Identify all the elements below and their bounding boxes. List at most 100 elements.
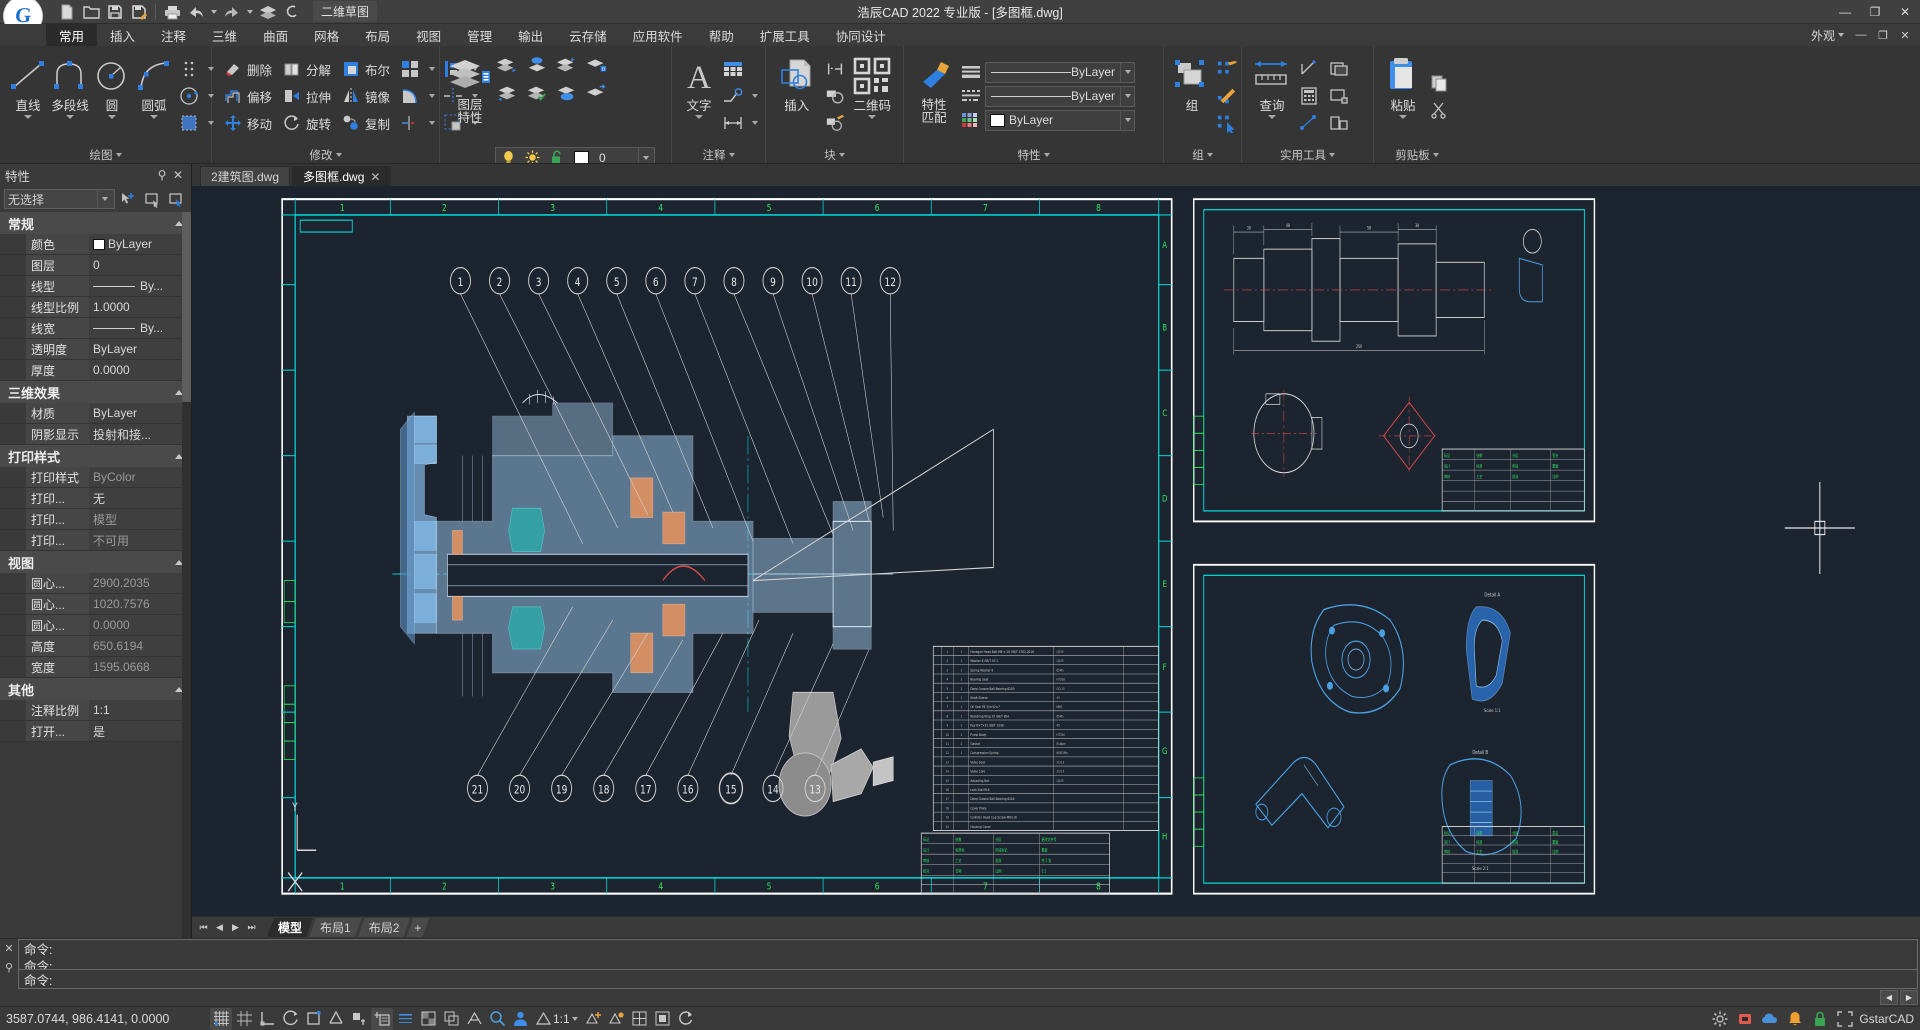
array-dropdown-icon[interactable]	[426, 58, 437, 80]
layout-tab-layout1[interactable]: 布局1	[309, 918, 362, 937]
layer-freeze-button[interactable]	[553, 52, 581, 78]
redo-icon[interactable]	[221, 1, 243, 22]
group-edit-button[interactable]	[1213, 83, 1241, 109]
doc-close-button[interactable]: ✕	[1894, 24, 1916, 46]
draw-panel-title[interactable]: 绘图	[3, 146, 208, 163]
viewport-grid-button[interactable]	[629, 1008, 651, 1030]
property-row[interactable]: 打开... 是	[0, 721, 191, 742]
dimension-dropdown-icon[interactable]	[749, 112, 760, 134]
property-row[interactable]: 打印... 无	[0, 488, 191, 509]
new-file-icon[interactable]	[56, 1, 78, 22]
property-row[interactable]: 线宽 By...	[0, 318, 191, 339]
ortho-mode-toggle[interactable]	[256, 1008, 278, 1030]
id-point-button[interactable]	[1325, 83, 1353, 109]
drawing-viewport[interactable]: 123 456 78 123 456 78 ABC DEF GH 1 2 3 4…	[192, 186, 1920, 916]
command-scroll-right-button[interactable]: ▶	[1900, 990, 1918, 1005]
leader-dropdown-icon[interactable]	[749, 85, 760, 107]
prop-value[interactable]: ByLayer	[89, 234, 191, 254]
polyline-tool-button[interactable]: 多段线	[49, 50, 91, 142]
polar-tracking-toggle[interactable]	[279, 1008, 301, 1030]
command-close-icon[interactable]: ✕	[4, 942, 13, 955]
ribbon-tab-3d[interactable]: 三维	[199, 24, 250, 46]
match-properties-button[interactable]: 特性 匹配	[911, 50, 957, 142]
workspace-selector[interactable]: 二维草图	[313, 1, 378, 22]
insert-block-button[interactable]: 插入	[773, 50, 821, 142]
color-combo-arrow-icon[interactable]	[1120, 110, 1134, 130]
explode-button[interactable]: 分解	[278, 56, 335, 82]
annotation-visibility-toggle[interactable]	[463, 1008, 485, 1030]
ribbon-tab-layout[interactable]: 布局	[352, 24, 403, 46]
properties-panel-title[interactable]: 特性	[907, 146, 1160, 163]
quick-select-palette-icon[interactable]	[142, 189, 163, 210]
circle-dropdown-icon[interactable]	[108, 115, 116, 119]
properties-close-icon[interactable]: ✕	[170, 168, 186, 182]
refresh-button[interactable]	[675, 1008, 697, 1030]
leader-button[interactable]	[719, 83, 747, 109]
plot-icon[interactable]	[161, 1, 183, 22]
selection-combo-arrow-icon[interactable]	[97, 189, 111, 209]
fillet-button[interactable]	[396, 83, 424, 109]
lineweight-toggle[interactable]	[394, 1008, 416, 1030]
cut-clip-button[interactable]	[1425, 97, 1453, 123]
first-layout-button[interactable]: ⏮	[196, 919, 211, 937]
layer-previous-button[interactable]	[493, 80, 521, 106]
property-row[interactable]: 线型 By...	[0, 276, 191, 297]
prop-value[interactable]: By...	[89, 318, 191, 338]
group-panel-title[interactable]: 组	[1167, 146, 1238, 163]
maximize-button[interactable]: ❐	[1860, 0, 1890, 24]
save-as-icon[interactable]	[128, 1, 150, 22]
property-row[interactable]: 透明度 ByLayer	[0, 339, 191, 360]
property-row[interactable]: 打印... 模型	[0, 509, 191, 530]
command-history[interactable]: 命令: 命令:	[18, 939, 1918, 969]
property-row[interactable]: 阴影显示 投射和接...	[0, 424, 191, 445]
dynamic-ucs-toggle[interactable]	[348, 1008, 370, 1030]
measure-dropdown-icon[interactable]	[1268, 115, 1276, 119]
command-pin-icon[interactable]: ⚲	[5, 961, 13, 974]
snap-mode-toggle[interactable]	[233, 1008, 255, 1030]
text-tool-button[interactable]: A 文字	[679, 50, 719, 142]
next-layout-button[interactable]: ▶	[228, 919, 243, 937]
layer-current-button[interactable]	[553, 80, 581, 106]
layer-merge-button[interactable]	[583, 80, 611, 106]
ribbon-tab-home[interactable]: 常用	[46, 24, 98, 46]
rotate-button[interactable]: 旋转	[278, 110, 335, 136]
list-button[interactable]	[1295, 83, 1323, 109]
coordinate-display[interactable]: 3587.0744, 986.4141, 0.0000	[0, 1012, 240, 1026]
prop-value[interactable]: 1.0000	[89, 297, 191, 317]
properties-scrollbar-thumb[interactable]	[182, 212, 191, 402]
layout-tab-layout2[interactable]: 布局2	[358, 918, 411, 937]
arc-tool-button[interactable]: 圆弧	[133, 50, 175, 142]
quick-select-button[interactable]	[1295, 110, 1323, 136]
copy-clip-button[interactable]	[1425, 70, 1453, 96]
linetype-combo[interactable]: ByLayer	[985, 85, 1135, 107]
fillet-dropdown-icon[interactable]	[426, 85, 437, 107]
ribbon-tab-apps[interactable]: 应用软件	[620, 24, 696, 46]
ribbon-tab-mesh[interactable]: 网格	[301, 24, 352, 46]
layer-isolate-button[interactable]	[523, 52, 551, 78]
trim-dropdown-icon[interactable]	[426, 112, 437, 134]
workspace-switch-button[interactable]	[509, 1008, 531, 1030]
group-button[interactable]: 组	[1171, 50, 1213, 142]
property-row[interactable]: 颜色 ByLayer	[0, 234, 191, 255]
layer-properties-button[interactable]: 图层 特性	[447, 50, 493, 142]
pick-add-icon[interactable]	[118, 189, 139, 210]
qrcode-dropdown-icon[interactable]	[868, 115, 877, 119]
property-row[interactable]: 厚度 0.0000	[0, 360, 191, 381]
move-button[interactable]: 移动	[219, 110, 276, 136]
settings-gear-icon[interactable]	[1709, 1008, 1731, 1030]
group-header-general[interactable]: 常规	[0, 212, 191, 234]
save-icon[interactable]	[104, 1, 126, 22]
ribbon-tab-surface[interactable]: 曲面	[250, 24, 301, 46]
dynamic-input-toggle[interactable]	[371, 1007, 393, 1030]
doc-minimize-button[interactable]: —	[1850, 24, 1872, 46]
color-combo[interactable]: ByLayer	[985, 109, 1135, 131]
area-button[interactable]	[1325, 56, 1353, 82]
paste-button[interactable]: 粘贴	[1381, 50, 1425, 142]
edit-attribute-button[interactable]	[821, 56, 849, 82]
document-tab-2[interactable]: 多图框.dwg ✕	[292, 166, 392, 186]
draw-more-button[interactable]	[175, 56, 203, 82]
restore-icon[interactable]	[281, 1, 303, 22]
offset-button[interactable]: 偏移	[219, 83, 276, 109]
unlock-icon[interactable]	[546, 148, 566, 163]
properties-pin-icon[interactable]: ⚲	[154, 168, 170, 182]
